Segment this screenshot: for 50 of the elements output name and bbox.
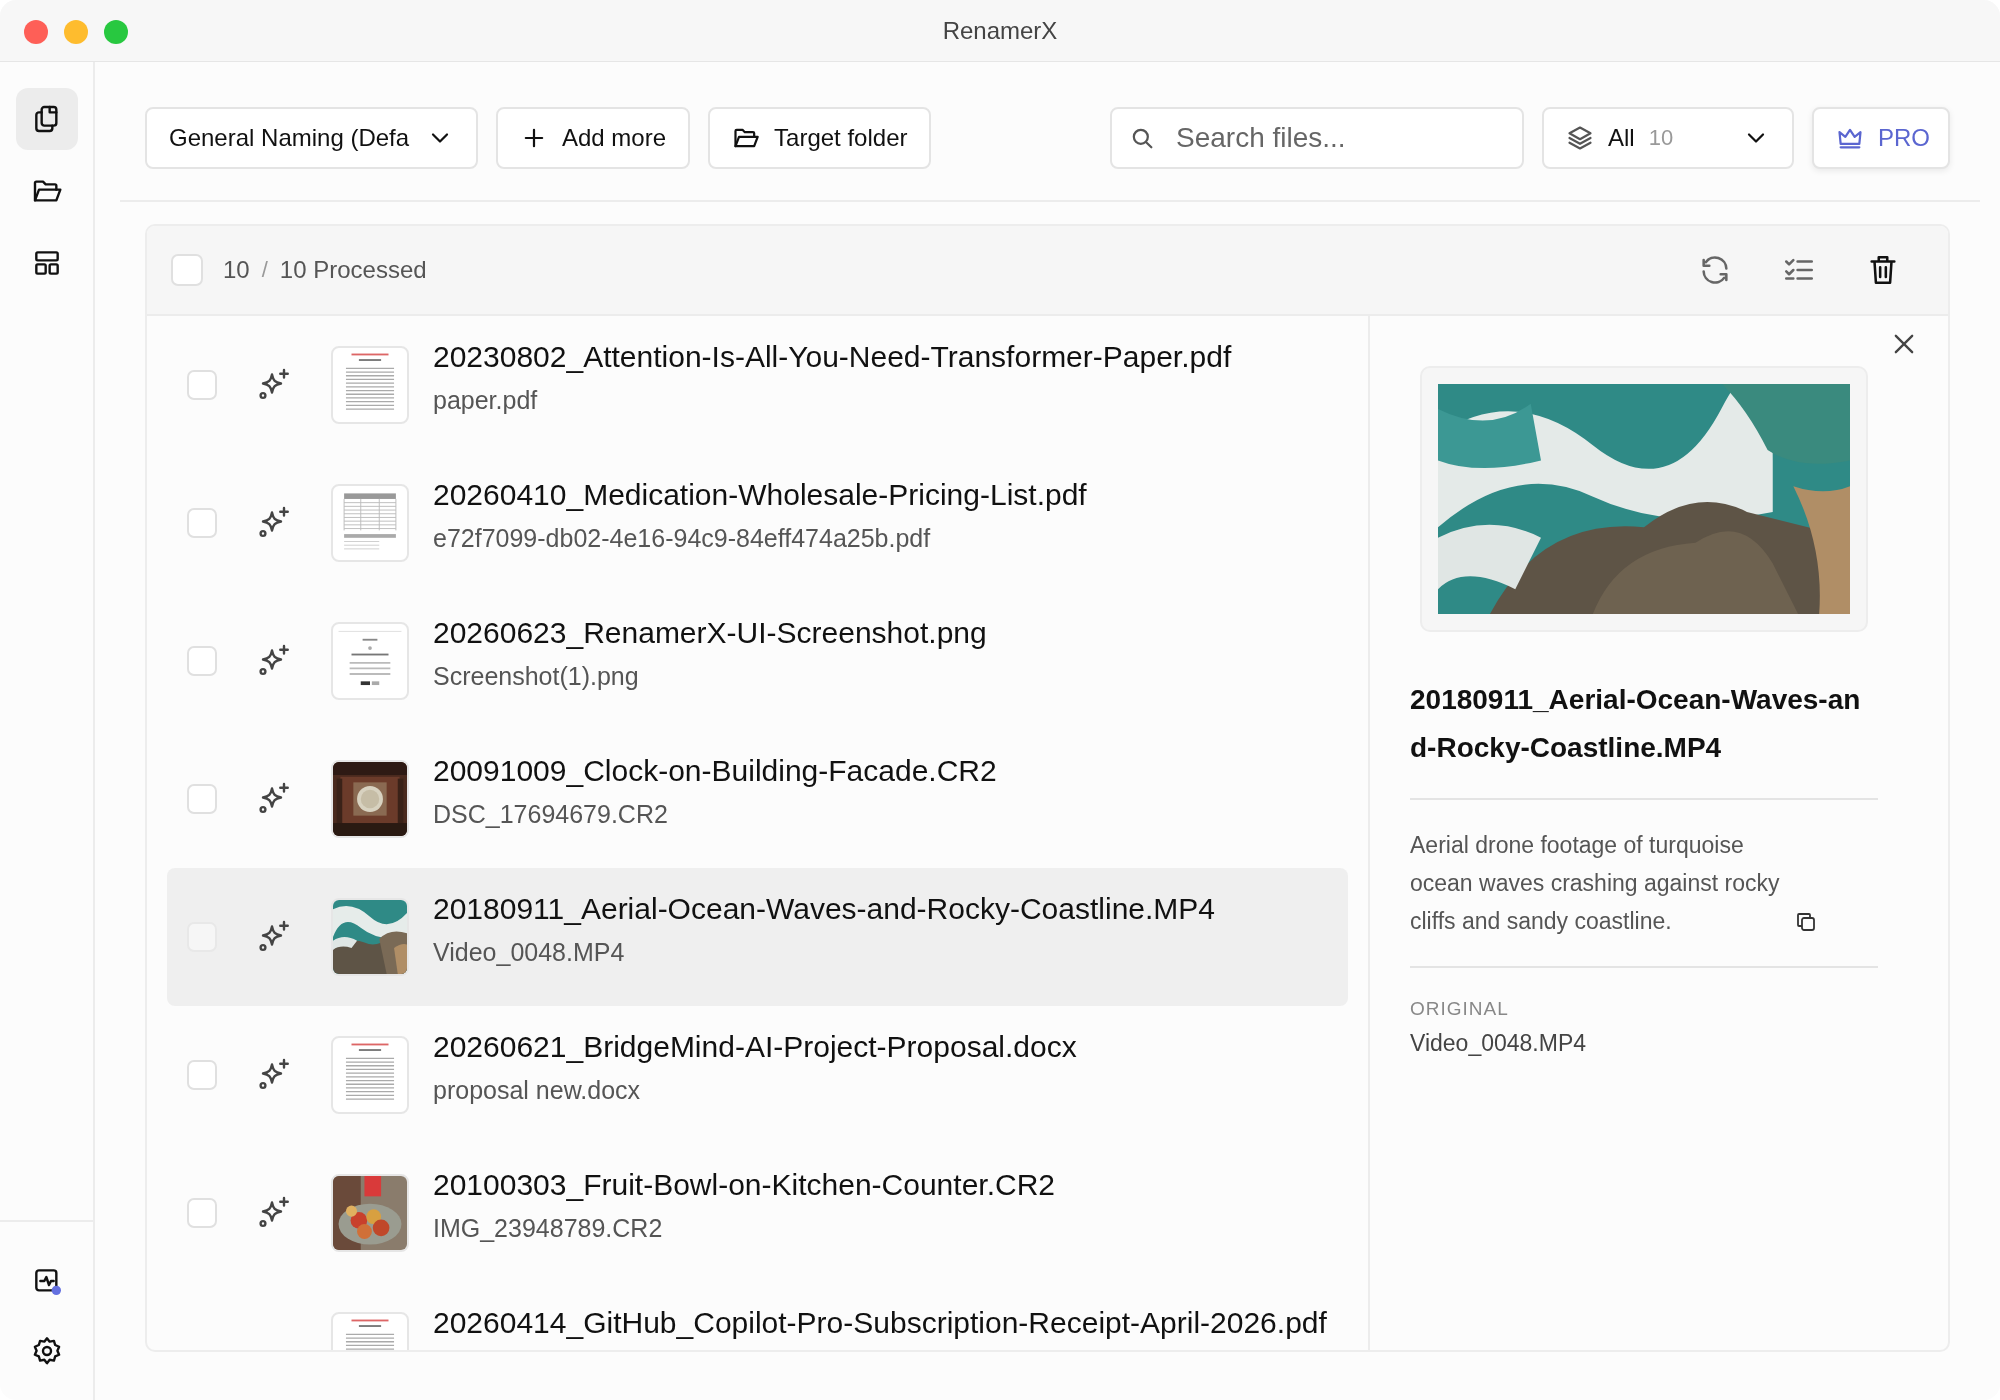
count-separator: / — [261, 257, 268, 283]
original-file-name: Screenshot(1).png — [433, 662, 640, 691]
file-checkbox[interactable] — [187, 646, 217, 676]
original-file-name: DSC_17694679.CR2 — [433, 800, 669, 829]
file-row[interactable]: 20180911_Aerial-Ocean-Waves-and-Rocky-Coastline.MP4 Video_0048.MP4 — [167, 868, 1348, 1006]
file-row[interactable]: 20260621_BridgeMind-AI-Project-Proposal.docx proposal new.docx — [167, 1006, 1348, 1144]
copy-icon[interactable] — [1794, 910, 1818, 934]
file-row[interactable]: 20260410_Medication-Wholesale-Pricing-List.pdf e72f7099-db02-4e16-94c9-84eff474a25b.pdf — [167, 454, 1348, 592]
file-row[interactable]: 20260623_RenamerX-UI-Screenshot.png Screenshot(1).png — [167, 592, 1348, 730]
filter-dropdown[interactable]: All 10 — [1542, 107, 1794, 169]
processed-count: 10 Processed — [279, 256, 427, 284]
new-file-name: 20100303_Fruit-Bowl-on-Kitchen-Counter.CR2 — [433, 1168, 1055, 1202]
original-file-name: proposal new.docx — [433, 1076, 642, 1105]
file-checkbox[interactable] — [187, 1060, 217, 1090]
new-file-name: 20180911_Aerial-Ocean-Waves-and-Rocky-Coastline.MP4 — [433, 892, 1216, 926]
original-file-name: paper.pdf — [433, 386, 539, 415]
add-more-button[interactable]: Add more — [496, 107, 691, 169]
search-field[interactable]: Search files... — [1110, 107, 1524, 169]
target-folder-button[interactable]: Target folder — [708, 107, 932, 169]
file-count: 10 — [223, 256, 250, 284]
original-file-name: Video_0048.MP4 — [1410, 1030, 1588, 1057]
new-file-name: 20260410_Medication-Wholesale-Pricing-List.pdf — [433, 478, 1087, 512]
filter-label: All — [1608, 124, 1635, 152]
file-row[interactable]: 20091009_Clock-on-Building-Facade.CR2 DSC_17694679.CR2 — [167, 730, 1348, 868]
new-file-name: 20260623_RenamerX-UI-Screenshot.png — [433, 616, 987, 650]
file-row[interactable]: 20260414_GitHub_Copilot-Pro-Subscription-Receipt-April-2026.pdf — [167, 1282, 1348, 1350]
layers-icon — [1566, 124, 1594, 152]
file-checkbox[interactable] — [187, 1198, 217, 1228]
new-file-name: 20091009_Clock-on-Building-Facade.CR2 — [433, 754, 997, 788]
new-file-name: 20260414_GitHub_Copilot-Pro-Subscription-Receipt-April-2026.pdf — [433, 1306, 1327, 1340]
file-row[interactable]: 20230802_Attention-Is-All-You-Need-Transformer-Paper.pdf paper.pdf — [167, 316, 1348, 454]
new-file-name: 20230802_Attention-Is-All-You-Need-Transformer-Paper.pdf — [433, 340, 1232, 374]
close-window-button[interactable] — [24, 20, 48, 44]
files-nav-button[interactable] — [15, 88, 78, 150]
original-label: ORIGINAL — [1410, 998, 1510, 1020]
file-checkbox[interactable] — [187, 370, 217, 400]
filter-count: 10 — [1648, 125, 1674, 151]
pro-button[interactable]: PRO — [1812, 107, 1950, 169]
file-description: Aerial drone footage of turquoise ocean waves crashing against rocky cliffs and sandy coastline. — [1410, 831, 1781, 936]
original-file-name: Video_0048.MP4 — [433, 938, 626, 967]
original-file-name: IMG_23948789.CR2 — [433, 1214, 664, 1243]
file-row[interactable]: 20100303_Fruit-Bowl-on-Kitchen-Counter.CR2 IMG_23948789.CR2 — [167, 1144, 1348, 1282]
select-all-checkbox[interactable] — [171, 254, 203, 286]
new-file-name: 20260621_BridgeMind-AI-Project-Proposal.docx — [433, 1030, 1077, 1064]
detail-file-name: 20180911_Aerial-Ocean-Waves-and-Rocky-Coastline.MP4 — [1410, 683, 1862, 765]
file-checkbox[interactable] — [187, 784, 217, 814]
window-title: RenamerX — [942, 16, 1058, 45]
original-file-name: e72f7099-db02-4e16-94c9-84eff474a25b.pdf — [433, 524, 932, 553]
preset-dropdown[interactable]: General Naming (Defa — [145, 107, 478, 169]
file-checkbox[interactable] — [187, 508, 217, 538]
